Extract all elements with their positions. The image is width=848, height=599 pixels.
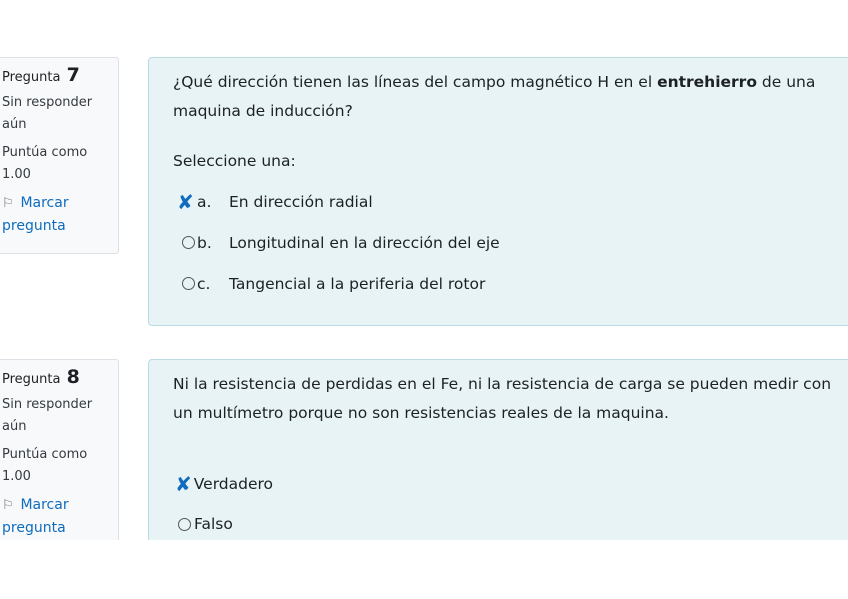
flag-icon: ⚐	[2, 196, 14, 211]
radio-icon[interactable]	[182, 277, 195, 290]
quiz-viewport: Pregunta 7 Sin responder aún Puntúa como…	[0, 0, 848, 540]
question-content-8: Ni la resistencia de perdidas en el Fe, …	[148, 359, 848, 540]
option-text: Verdadero	[193, 475, 274, 493]
answer-option-b[interactable]: b. Longitudinal en la dirección del eje	[173, 222, 835, 263]
cross-mark-icon: ✘	[177, 189, 194, 214]
radio-icon[interactable]	[178, 517, 191, 531]
flag-question-link[interactable]: ⚐ Marcar pregunta	[2, 192, 118, 237]
answer-option-a[interactable]: ✘ a. En dirección radial	[173, 181, 835, 222]
question-number-8: Pregunta 8	[2, 366, 118, 388]
answer-options: ✘ Verdadero Falso	[173, 464, 835, 540]
flag-question-link[interactable]: ⚐ Marcar pregunta	[2, 494, 118, 539]
flag-icon: ⚐	[2, 498, 14, 513]
option-letter: b.	[197, 233, 212, 252]
answer-option-c[interactable]: c. Tangencial a la periferia del rotor	[173, 263, 835, 304]
option-letter: c.	[197, 274, 211, 293]
question-text-bold: entrehierro	[657, 73, 757, 91]
question-number: 7	[66, 64, 80, 86]
question-text-part: ¿Qué dirección tienen las líneas del cam…	[173, 73, 658, 91]
cross-mark-icon: ✘	[175, 472, 192, 496]
answer-options: ✘ a. En dirección radial b. Longitudinal…	[173, 181, 835, 304]
question-label: Pregunta	[2, 70, 61, 85]
question-number-7: Pregunta 7	[2, 64, 118, 86]
question-text: ¿Qué dirección tienen las líneas del cam…	[173, 68, 835, 126]
option-text: Longitudinal en la dirección del eje	[229, 233, 500, 252]
question-state: Sin responder aún	[2, 397, 93, 434]
option-letter: a.	[197, 192, 212, 211]
answer-option-false[interactable]: Falso	[173, 504, 835, 540]
option-text: Falso	[194, 515, 233, 533]
question-grade: Puntúa como 1.00	[2, 447, 88, 484]
question-content-7: ¿Qué dirección tienen las líneas del cam…	[148, 57, 848, 326]
question-info-7: Pregunta 7 Sin responder aún Puntúa como…	[0, 57, 119, 254]
question-label: Pregunta	[2, 372, 61, 387]
option-text: En dirección radial	[229, 192, 373, 211]
question-info-8: Pregunta 8 Sin responder aún Puntúa como…	[0, 359, 119, 540]
radio-icon[interactable]	[182, 236, 195, 249]
question-text: Ni la resistencia de perdidas en el Fe, …	[173, 375, 832, 422]
option-text: Tangencial a la periferia del rotor	[229, 274, 486, 293]
question-grade: Puntúa como 1.00	[2, 145, 88, 182]
question-state: Sin responder aún	[2, 95, 93, 132]
answer-prompt: Seleccione una:	[173, 152, 296, 170]
answer-option-true[interactable]: ✘ Verdadero	[173, 464, 835, 504]
question-number: 8	[66, 366, 80, 388]
